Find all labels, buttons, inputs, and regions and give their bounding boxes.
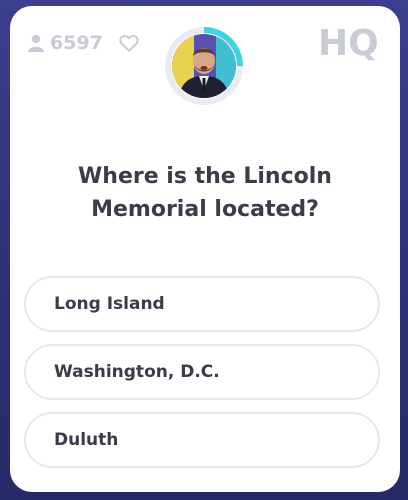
viewer-count: 6597: [28, 32, 103, 54]
question-text: Where is the Lincoln Memorial located?: [78, 164, 332, 222]
top-bar: 6597 HQ: [10, 6, 400, 105]
answer-label: Long Island: [54, 294, 165, 314]
answer-label: Duluth: [54, 430, 119, 450]
heart-icon[interactable]: [118, 32, 140, 54]
answer-option-2[interactable]: Washington, D.C.: [24, 344, 380, 400]
person-icon: [28, 34, 44, 52]
hq-logo: HQ: [318, 23, 379, 62]
viewer-count-value: 6597: [50, 32, 103, 54]
host-portrait: [172, 34, 236, 98]
answer-list: Long Island Washington, D.C. Duluth: [24, 276, 384, 480]
host-timer: [164, 26, 244, 106]
hq-logo-text: HQ: [318, 23, 379, 62]
host-avatar: [172, 34, 236, 98]
game-card: 6597 HQ Where is the Lincoln Memorial lo…: [10, 6, 400, 492]
answer-label: Washington, D.C.: [54, 362, 220, 382]
answer-option-3[interactable]: Duluth: [24, 412, 380, 468]
answer-option-1[interactable]: Long Island: [24, 276, 380, 332]
